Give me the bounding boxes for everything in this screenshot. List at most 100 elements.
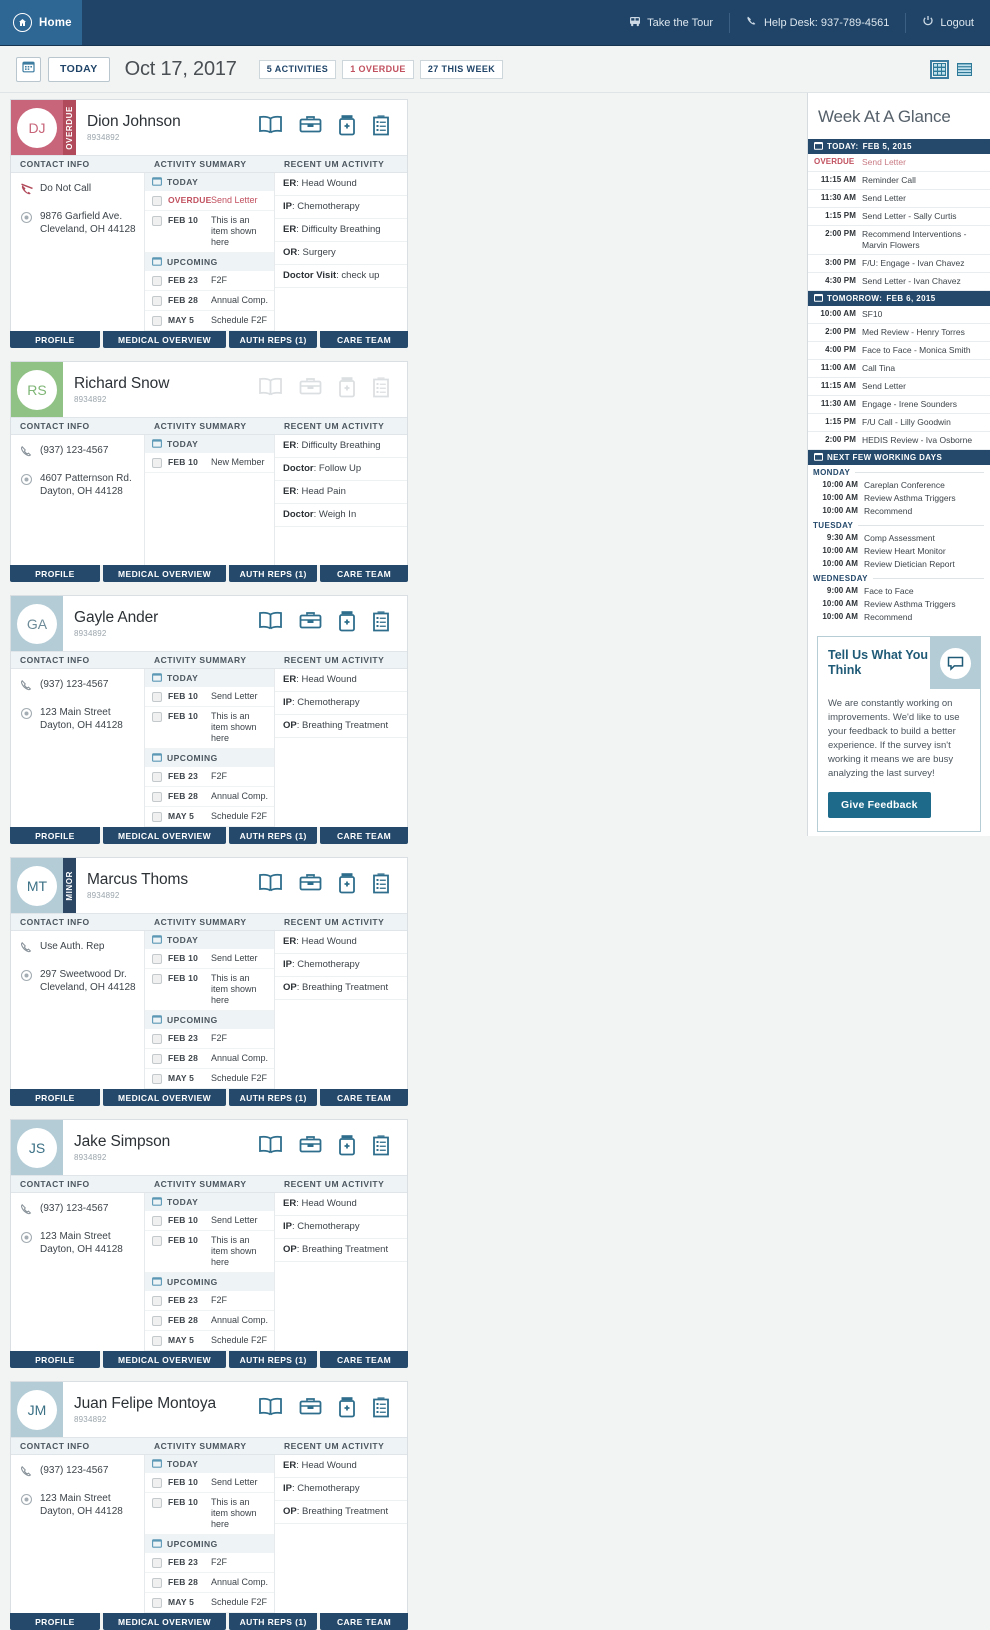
tab-auth-reps-1[interactable]: AUTH REPS (1) (229, 565, 318, 582)
briefcase-icon[interactable] (299, 376, 322, 403)
sidebar-activity-row[interactable]: 9:00 AM Face to Face (808, 585, 990, 598)
sidebar-activity-row[interactable]: 11:30 AM Send Letter (808, 190, 990, 208)
activity-checkbox[interactable] (152, 1054, 162, 1064)
tab-medical-overview[interactable]: MEDICAL OVERVIEW (102, 331, 227, 348)
activity-checkbox[interactable] (152, 1216, 162, 1226)
activity-checkbox[interactable] (152, 1074, 162, 1084)
activity-row[interactable]: FEB 10 This is an item shown here (145, 1493, 274, 1535)
activity-row[interactable]: FEB 28 Annual Comp. (145, 787, 274, 807)
pill-bottle-icon[interactable] (338, 376, 356, 403)
tab-profile[interactable]: PROFILE (10, 1089, 100, 1106)
tab-auth-reps-1[interactable]: AUTH REPS (1) (229, 1351, 318, 1368)
patient-name-box[interactable]: Richard Snow 8934892 (63, 362, 258, 417)
activity-checkbox[interactable] (152, 216, 162, 226)
tab-care-team[interactable]: CARE TEAM (320, 331, 408, 348)
activity-row[interactable]: FEB 10 This is an item shown here (145, 707, 274, 749)
activity-row[interactable]: FEB 10 This is an item shown here (145, 969, 274, 1011)
clipboard-icon[interactable] (372, 1396, 390, 1423)
activity-checkbox[interactable] (152, 1498, 162, 1508)
activity-row[interactable]: MAY 5 Schedule F2F (145, 807, 274, 827)
activity-checkbox[interactable] (152, 792, 162, 802)
sidebar-activity-row[interactable]: 3:00 PM F/U: Engage - Ivan Chavez (808, 255, 990, 273)
tab-medical-overview[interactable]: MEDICAL OVERVIEW (102, 1089, 227, 1106)
pill-activities[interactable]: 5 ACTIVITIES (258, 59, 337, 79)
activity-row[interactable]: FEB 23 F2F (145, 1029, 274, 1049)
activity-row[interactable]: FEB 10 This is an item shown here (145, 211, 274, 253)
activity-checkbox[interactable] (152, 954, 162, 964)
clipboard-icon[interactable] (372, 376, 390, 403)
activity-checkbox[interactable] (152, 1478, 162, 1488)
tab-profile[interactable]: PROFILE (10, 331, 100, 348)
nav-item-home[interactable]: Home (0, 0, 82, 45)
sidebar-activity-row[interactable]: 11:15 AM Send Letter (808, 378, 990, 396)
sidebar-activity-row[interactable]: 10:00 AM Recommend (808, 611, 990, 624)
activity-row[interactable]: FEB 28 Annual Comp. (145, 1049, 274, 1069)
tab-medical-overview[interactable]: MEDICAL OVERVIEW (102, 565, 227, 582)
sidebar-activity-row[interactable]: 10:00 AM Careplan Conference (808, 479, 990, 492)
activity-checkbox[interactable] (152, 458, 162, 468)
pill-bottle-icon[interactable] (338, 610, 356, 637)
sidebar-activity-row[interactable]: 4:30 PM Send Letter - Ivan Chavez (808, 273, 990, 291)
activity-row[interactable]: FEB 28 Annual Comp. (145, 1311, 274, 1331)
briefcase-icon[interactable] (299, 610, 322, 637)
activity-row[interactable]: FEB 23 F2F (145, 767, 274, 787)
today-button[interactable]: TODAY (48, 56, 110, 82)
patient-name-box[interactable]: Juan Felipe Montoya 8934892 (63, 1382, 258, 1437)
activity-row[interactable]: MAY 5 Schedule F2F (145, 1331, 274, 1351)
sidebar-activity-row[interactable]: 1:15 PM Send Letter - Sally Curtis (808, 208, 990, 226)
activity-row[interactable]: MAY 5 Schedule F2F (145, 311, 274, 331)
activity-checkbox[interactable] (152, 316, 162, 326)
activity-row[interactable]: MAY 5 Schedule F2F (145, 1593, 274, 1613)
patient-name-box[interactable]: Gayle Ander 8934892 (63, 596, 258, 651)
activity-row[interactable]: FEB 23 F2F (145, 1553, 274, 1573)
activity-checkbox[interactable] (152, 296, 162, 306)
grid-view-icon[interactable] (930, 59, 949, 79)
sidebar-activity-row[interactable]: 1:15 PM F/U Call - Lilly Goodwin (808, 414, 990, 432)
activity-row[interactable]: FEB 10 This is an item shown here (145, 1231, 274, 1273)
activity-checkbox[interactable] (152, 1558, 162, 1568)
sidebar-activity-row[interactable]: 2:00 PM Recommend Interventions - Marvin… (808, 226, 990, 255)
book-icon[interactable] (258, 1396, 283, 1423)
activity-row[interactable]: FEB 10 Send Letter (145, 1473, 274, 1493)
activity-row[interactable]: FEB 10 Send Letter (145, 687, 274, 707)
calendar-picker-button[interactable] (16, 56, 41, 82)
clipboard-icon[interactable] (372, 610, 390, 637)
tab-auth-reps-1[interactable]: AUTH REPS (1) (229, 1089, 318, 1106)
patient-name-box[interactable]: Marcus Thoms 8934892 (76, 858, 258, 913)
tab-medical-overview[interactable]: MEDICAL OVERVIEW (102, 1613, 227, 1630)
clipboard-icon[interactable] (372, 872, 390, 899)
sidebar-activity-row[interactable]: 11:30 AM Engage - Irene Sounders (808, 396, 990, 414)
tab-care-team[interactable]: CARE TEAM (320, 1351, 408, 1368)
activity-row[interactable]: FEB 23 F2F (145, 271, 274, 291)
activity-row[interactable]: FEB 28 Annual Comp. (145, 291, 274, 311)
activity-row[interactable]: FEB 10 Send Letter (145, 949, 274, 969)
activity-checkbox[interactable] (152, 1296, 162, 1306)
pill-bottle-icon[interactable] (338, 1396, 356, 1423)
tab-auth-reps-1[interactable]: AUTH REPS (1) (229, 1613, 318, 1630)
book-icon[interactable] (258, 610, 283, 637)
list-view-icon[interactable] (955, 60, 974, 79)
patient-name-box[interactable]: Jake Simpson 8934892 (63, 1120, 258, 1175)
pill-overdue[interactable]: 1 OVERDUE (342, 59, 414, 79)
nav-item-take-the-tour[interactable]: Take the Tour (613, 12, 730, 33)
pill-bottle-icon[interactable] (338, 872, 356, 899)
sidebar-activity-row[interactable]: 4:00 PM Face to Face - Monica Smith (808, 342, 990, 360)
pill-bottle-icon[interactable] (338, 114, 356, 141)
book-icon[interactable] (258, 114, 283, 141)
pill-bottle-icon[interactable] (338, 1134, 356, 1161)
sidebar-activity-row[interactable]: 2:00 PM Med Review - Henry Torres (808, 324, 990, 342)
activity-row[interactable]: FEB 10 Send Letter (145, 1211, 274, 1231)
tab-profile[interactable]: PROFILE (10, 1613, 100, 1630)
briefcase-icon[interactable] (299, 114, 322, 141)
sidebar-activity-row[interactable]: 9:30 AM Comp Assessment (808, 532, 990, 545)
clipboard-icon[interactable] (372, 114, 390, 141)
nav-item-logout[interactable]: Logout (906, 13, 990, 33)
briefcase-icon[interactable] (299, 872, 322, 899)
activity-row[interactable]: OVERDUE Send Letter (145, 191, 274, 211)
sidebar-activity-row[interactable]: 10:00 AM Review Asthma Triggers (808, 598, 990, 611)
sidebar-activity-row[interactable]: 11:15 AM Reminder Call (808, 172, 990, 190)
activity-checkbox[interactable] (152, 692, 162, 702)
activity-row[interactable]: FEB 10 New Member (145, 453, 274, 473)
sidebar-activity-row[interactable]: 10:00 AM Recommend (808, 505, 990, 518)
clipboard-icon[interactable] (372, 1134, 390, 1161)
